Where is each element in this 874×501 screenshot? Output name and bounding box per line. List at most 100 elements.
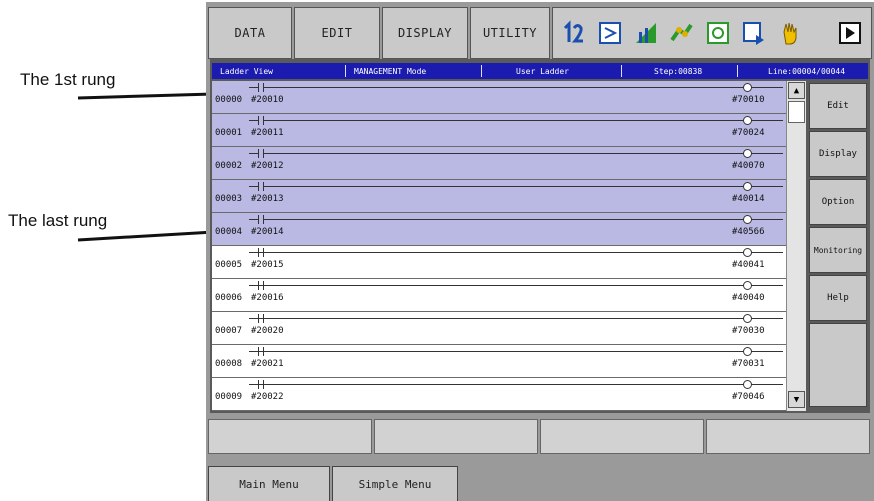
ladder-rung[interactable]: 00009 #20022 #70046 — [212, 378, 786, 411]
coil-address: #40040 — [732, 293, 765, 303]
rung-number: 00007 — [215, 326, 243, 336]
side-button-help[interactable]: Help — [809, 275, 867, 321]
rung-number: 00001 — [215, 128, 243, 138]
coil-symbol — [743, 281, 752, 290]
coil-symbol — [743, 116, 752, 125]
contact-address: #20014 — [251, 227, 284, 237]
coil-address: #70024 — [732, 128, 765, 138]
coil-address: #70010 — [732, 95, 765, 105]
coil-symbol — [743, 314, 752, 323]
side-button-monitoring[interactable]: Monitoring — [809, 227, 867, 273]
ladder-rung[interactable]: 00003 #20013 #40014 — [212, 180, 786, 213]
rung-number: 00003 — [215, 194, 243, 204]
callout-last-rung: The last rung — [8, 211, 108, 230]
coil-address: #40070 — [732, 161, 765, 171]
bottom-slot-3[interactable] — [540, 419, 704, 454]
ladder-rung[interactable]: 00001 #20011 #70024 — [212, 114, 786, 147]
ladder-rung[interactable]: 00005 #20015 #40041 — [212, 246, 786, 279]
contact-address: #20016 — [251, 293, 284, 303]
coil-address: #70031 — [732, 359, 765, 369]
coil-symbol — [743, 83, 752, 92]
simple-menu-tab[interactable]: Simple Menu — [332, 466, 458, 501]
ladder-rung[interactable]: 00008 #20021 #70031 — [212, 345, 786, 378]
rung-rail — [249, 153, 783, 154]
side-button-blank[interactable] — [809, 323, 867, 407]
side-button-edit[interactable]: Edit — [809, 83, 867, 129]
job-icon[interactable] — [597, 20, 623, 46]
contact-symbol — [258, 281, 264, 290]
rung-rail — [249, 252, 783, 253]
servo-icon[interactable] — [561, 20, 587, 46]
hand-icon[interactable] — [777, 20, 803, 46]
ladder-rung[interactable]: 00007 #20020 #70030 — [212, 312, 786, 345]
contact-symbol — [258, 116, 264, 125]
bottom-slot-2[interactable] — [374, 419, 538, 454]
ladder-titlebar: Ladder View MANAGEMENT Mode User Ladder … — [212, 63, 868, 79]
vertical-scrollbar[interactable]: ▲ ▼ — [786, 81, 806, 411]
bottom-slot-4[interactable] — [706, 419, 870, 454]
menu-edit[interactable]: EDIT — [294, 7, 380, 59]
menu-utility[interactable]: UTILITY — [470, 7, 550, 59]
ladder-rung[interactable]: 00000 #20010 #70010 — [212, 81, 786, 114]
title-program: User Ladder — [486, 65, 622, 77]
contact-symbol — [258, 215, 264, 224]
rung-rail — [249, 186, 783, 187]
rung-number: 00009 — [215, 392, 243, 402]
rung-rail — [249, 351, 783, 352]
rung-rail — [249, 219, 783, 220]
ladder-list[interactable]: 00000 #20010 #70010 00001 #20011 #70024 00002 #… — [212, 81, 786, 411]
ladder-rung[interactable]: 00004 #20014 #40566 — [212, 213, 786, 246]
side-button-option[interactable]: Option — [809, 179, 867, 225]
ladder-rung[interactable]: 00006 #20016 #40040 — [212, 279, 786, 312]
ladder-rung[interactable]: 00002 #20012 #40070 — [212, 147, 786, 180]
rung-rail — [249, 285, 783, 286]
menu-data[interactable]: DATA — [208, 7, 292, 59]
title-step: Step:00838 — [626, 65, 738, 77]
play-icon[interactable] — [837, 20, 863, 46]
rung-number: 00008 — [215, 359, 243, 369]
contact-symbol — [258, 83, 264, 92]
edit-icon[interactable] — [741, 20, 767, 46]
contact-address: #20013 — [251, 194, 284, 204]
title-line: Line:00004/00044 — [768, 66, 846, 76]
rung-number: 00006 — [215, 293, 243, 303]
rung-rail — [249, 120, 783, 121]
scroll-up-icon[interactable]: ▲ — [788, 82, 805, 99]
coil-address: #70030 — [732, 326, 765, 336]
rung-rail — [249, 318, 783, 319]
coil-symbol — [743, 215, 752, 224]
bottom-slot-1[interactable] — [208, 419, 372, 454]
rung-rail — [249, 87, 783, 88]
pendant-screen: DATA EDIT DISPLAY UTILITY Ladder View MA… — [206, 2, 874, 501]
rung-number: 00005 — [215, 260, 243, 270]
scroll-thumb[interactable] — [788, 101, 805, 123]
contact-symbol — [258, 380, 264, 389]
coil-symbol — [743, 347, 752, 356]
scroll-down-icon[interactable]: ▼ — [788, 391, 805, 408]
side-menu: Edit Display Option Monitoring Help — [807, 81, 870, 411]
contact-address: #20011 — [251, 128, 284, 138]
title-view: Ladder View — [216, 65, 346, 77]
coil-address: #40566 — [732, 227, 765, 237]
main-menu-tab[interactable]: Main Menu — [208, 466, 330, 501]
rung-number: 00002 — [215, 161, 243, 171]
contact-symbol — [258, 182, 264, 191]
contact-symbol — [258, 149, 264, 158]
rung-number: 00004 — [215, 227, 243, 237]
coil-symbol — [743, 248, 752, 257]
coil-symbol — [743, 380, 752, 389]
side-button-display[interactable]: Display — [809, 131, 867, 177]
coil-address: #40014 — [732, 194, 765, 204]
coil-symbol — [743, 149, 752, 158]
menu-display[interactable]: DISPLAY — [382, 7, 468, 59]
contact-address: #20021 — [251, 359, 284, 369]
coil-address: #70046 — [732, 392, 765, 402]
contact-symbol — [258, 248, 264, 257]
contact-address: #20015 — [251, 260, 284, 270]
robot-icon[interactable] — [669, 20, 695, 46]
coil-symbol — [743, 182, 752, 191]
contact-symbol — [258, 314, 264, 323]
ladder-panel: Ladder View MANAGEMENT Mode User Ladder … — [210, 59, 870, 413]
io-monitor-icon[interactable] — [633, 20, 659, 46]
variable-icon[interactable] — [705, 20, 731, 46]
